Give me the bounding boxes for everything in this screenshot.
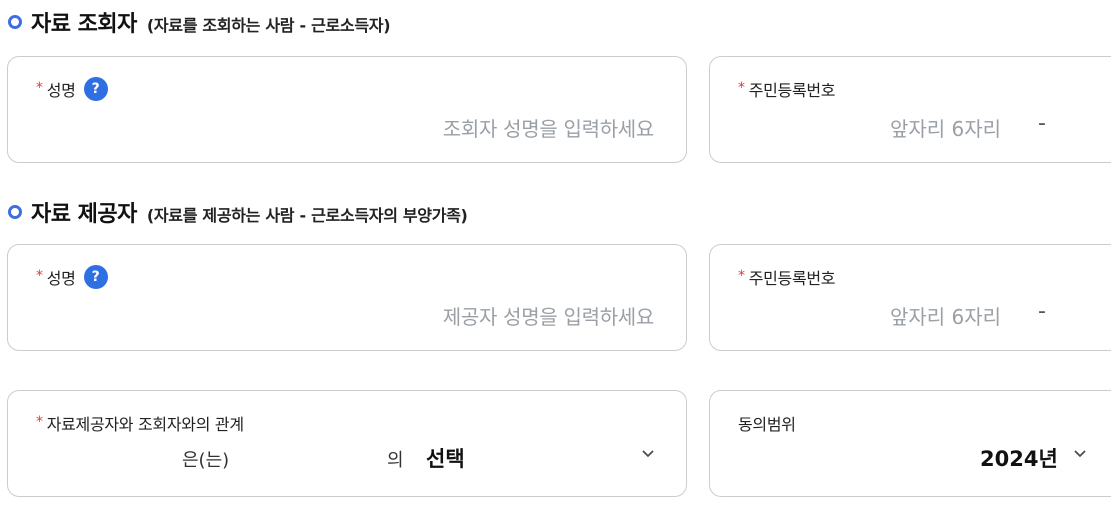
viewer-name-field[interactable]: * 성명 ? 조회자 성명을 입력하세요: [7, 56, 687, 163]
consent-year-select[interactable]: 2024년: [980, 443, 1058, 473]
required-mark: *: [738, 80, 745, 96]
viewer-rrn-label: * 주민등록번호: [738, 77, 836, 101]
viewer-name-label: * 성명 ?: [36, 77, 108, 101]
relationship-field: * 자료제공자와 조회자와의 관계 은(는) 의 선택: [7, 390, 687, 497]
provider-section-title: 자료 제공자 (자료를 제공하는 사람 - 근로소득자의 부양가족): [8, 196, 468, 228]
provider-name-input[interactable]: 제공자 성명을 입력하세요: [443, 301, 655, 330]
viewer-rrn-front-input[interactable]: 앞자리 6자리: [890, 113, 1001, 142]
provider-rrn-label-text: 주민등록번호: [748, 269, 836, 288]
viewer-name-input[interactable]: 조회자 성명을 입력하세요: [443, 113, 655, 142]
relationship-subject-text: 은(는): [182, 450, 230, 471]
viewer-title: 자료 조회자: [31, 12, 137, 37]
consent-scope-label: 동의범위: [738, 411, 796, 435]
consent-scope-label-text: 동의범위: [738, 415, 796, 434]
viewer-name-label-text: 성명: [46, 81, 76, 100]
relationship-label-text: 자료제공자와 조회자와의 관계: [46, 415, 244, 434]
provider-name-label: * 성명 ?: [36, 265, 108, 289]
provider-name-label-text: 성명: [46, 269, 76, 288]
provider-subtitle: (자료를 제공하는 사람 - 근로소득자의 부양가족): [146, 206, 468, 225]
provider-rrn-field[interactable]: * 주민등록번호 앞자리 6자리 -: [709, 244, 1111, 351]
provider-name-field[interactable]: * 성명 ? 제공자 성명을 입력하세요: [7, 244, 687, 351]
viewer-section-title: 자료 조회자 (자료를 조회하는 사람 - 근로소득자): [8, 6, 391, 38]
question-circle-icon[interactable]: ?: [83, 77, 108, 101]
provider-rrn-separator: -: [1038, 299, 1046, 324]
viewer-rrn-field[interactable]: * 주민등록번호 앞자리 6자리 -: [709, 56, 1111, 163]
required-mark: *: [738, 268, 745, 284]
relationship-of-text: 의: [387, 450, 404, 471]
required-mark: *: [36, 268, 43, 284]
required-mark: *: [36, 80, 43, 96]
consent-scope-field: 동의범위 2024년: [709, 390, 1111, 497]
relationship-label: * 자료제공자와 조회자와의 관계: [36, 411, 244, 435]
circle-bullet-icon: [8, 15, 22, 29]
circle-bullet-icon: [8, 205, 22, 219]
viewer-rrn-label-text: 주민등록번호: [748, 81, 836, 100]
provider-rrn-label: * 주민등록번호: [738, 265, 836, 289]
provider-rrn-front-input[interactable]: 앞자리 6자리: [890, 301, 1001, 330]
question-circle-icon[interactable]: ?: [83, 265, 108, 289]
provider-title: 자료 제공자: [31, 202, 137, 227]
chevron-down-icon[interactable]: [1074, 447, 1086, 461]
required-mark: *: [36, 414, 43, 430]
viewer-rrn-separator: -: [1038, 111, 1046, 136]
relationship-select[interactable]: 선택: [426, 443, 465, 473]
chevron-down-icon[interactable]: [642, 447, 654, 461]
viewer-subtitle: (자료를 조회하는 사람 - 근로소득자): [146, 16, 391, 35]
